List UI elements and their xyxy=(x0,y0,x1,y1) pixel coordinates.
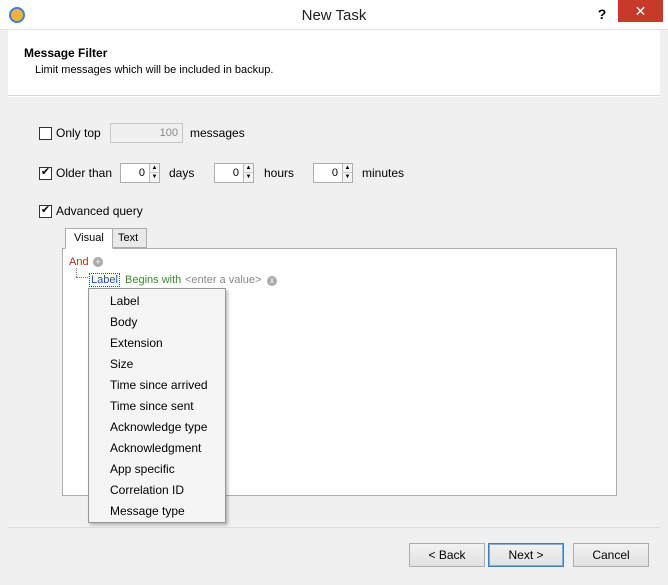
only-top-label: Only top xyxy=(56,126,101,140)
older-than-checkbox[interactable] xyxy=(39,167,52,180)
page-title: Message Filter xyxy=(24,46,108,60)
cancel-button[interactable]: Cancel xyxy=(573,543,649,567)
hours-input[interactable]: 0 ▲ ▼ xyxy=(214,163,254,183)
tree-connector-horizontal xyxy=(76,277,88,278)
help-button[interactable]: ? xyxy=(590,3,614,25)
hours-down-icon[interactable]: ▼ xyxy=(243,173,253,182)
only-top-count-input[interactable]: 100 xyxy=(110,123,183,143)
only-top-suffix: messages xyxy=(190,126,245,140)
add-condition-icon[interactable]: + xyxy=(93,257,103,267)
dropdown-item-size[interactable]: Size xyxy=(110,357,133,371)
query-operator[interactable]: And xyxy=(69,256,89,268)
minutes-value: 0 xyxy=(331,167,338,179)
tab-visual[interactable]: Visual xyxy=(65,228,113,249)
dropdown-item-acknowledgment[interactable]: Acknowledgment xyxy=(110,441,201,455)
field-dropdown-menu: Label Body Extension Size Time since arr… xyxy=(88,288,226,523)
window-right-frame xyxy=(660,0,668,585)
hours-up-icon[interactable]: ▲ xyxy=(243,164,253,173)
condition-operator[interactable]: Begins with xyxy=(125,274,181,286)
condition-value[interactable]: <enter a value> xyxy=(185,274,261,286)
condition-field[interactable]: Label xyxy=(89,273,120,287)
tab-text[interactable]: Text xyxy=(109,228,148,248)
dropdown-item-acknowledge-type[interactable]: Acknowledge type xyxy=(110,420,207,434)
dropdown-item-app-specific[interactable]: App specific xyxy=(110,462,175,476)
window-title: New Task xyxy=(301,7,367,24)
close-button[interactable]: ✕ xyxy=(618,0,663,22)
dropdown-item-extension[interactable]: Extension xyxy=(110,336,163,350)
days-label: days xyxy=(169,166,195,180)
next-button[interactable]: Next > xyxy=(488,543,564,567)
hours-value: 0 xyxy=(232,167,239,179)
minutes-down-icon[interactable]: ▼ xyxy=(342,173,352,182)
days-input[interactable]: 0 ▲ ▼ xyxy=(120,163,160,183)
advanced-query-checkbox[interactable] xyxy=(39,205,52,218)
tree-connector xyxy=(76,268,77,277)
window-left-frame xyxy=(0,0,8,585)
back-button[interactable]: < Back xyxy=(409,543,485,567)
dropdown-item-body[interactable]: Body xyxy=(110,315,137,329)
hours-label: hours xyxy=(264,166,295,180)
older-than-label: Older than xyxy=(56,166,113,180)
minutes-input[interactable]: 0 ▲ ▼ xyxy=(313,163,353,183)
dropdown-item-correlation-id[interactable]: Correlation ID xyxy=(110,483,184,497)
days-value: 0 xyxy=(138,167,145,179)
days-up-icon[interactable]: ▲ xyxy=(149,164,159,173)
title-bar: New Task ? ✕ xyxy=(0,0,668,30)
minutes-up-icon[interactable]: ▲ xyxy=(342,164,352,173)
minutes-label: minutes xyxy=(362,166,405,180)
page-subtitle: Limit messages which will be included in… xyxy=(35,64,274,76)
dropdown-item-message-type[interactable]: Message type xyxy=(110,504,185,518)
wizard-header: Message Filter Limit messages which will… xyxy=(8,30,660,96)
days-down-icon[interactable]: ▼ xyxy=(149,173,159,182)
advanced-query-label: Advanced query xyxy=(56,204,143,218)
dropdown-item-time-since-sent[interactable]: Time since sent xyxy=(110,399,194,413)
dropdown-item-time-since-arrived[interactable]: Time since arrived xyxy=(110,378,208,392)
only-top-checkbox[interactable] xyxy=(39,127,52,140)
dropdown-item-label[interactable]: Label xyxy=(110,294,139,308)
remove-condition-icon[interactable]: x xyxy=(267,276,277,286)
